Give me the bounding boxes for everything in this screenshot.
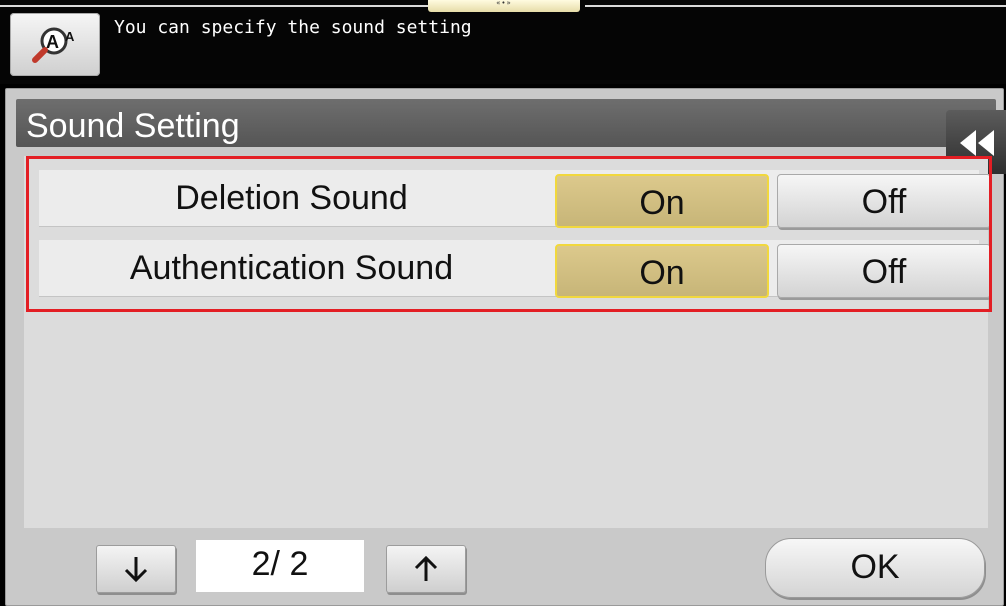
accessibility-magnifier-icon: A A [32,27,75,63]
scroll-down-button[interactable] [96,545,176,593]
arrow-down-icon [124,557,148,583]
ok-button[interactable]: OK [765,538,985,598]
svg-text:A: A [46,32,59,52]
accessibility-button[interactable]: A A [10,13,100,76]
arrow-up-icon [414,555,438,581]
page-indicator: 2/ 2 [196,540,364,592]
svg-text:A: A [65,29,75,44]
panel-handle[interactable]: «•» [428,0,580,12]
scroll-up-button[interactable] [386,545,466,593]
handle-dots: «•» [496,0,512,7]
top-message-bar: «•» A A You can specify the sound settin… [0,0,1006,84]
top-strip-right [585,5,1006,7]
panel-title-bar: Sound Setting [16,99,996,147]
highlight-outline [26,156,992,312]
settings-content: Deletion Sound On Off Authentication Sou… [24,156,992,528]
guidance-message: You can specify the sound setting [114,17,472,38]
top-strip-left [0,5,428,7]
page-title: Sound Setting [26,107,240,145]
double-chevron-left-icon [960,130,994,156]
